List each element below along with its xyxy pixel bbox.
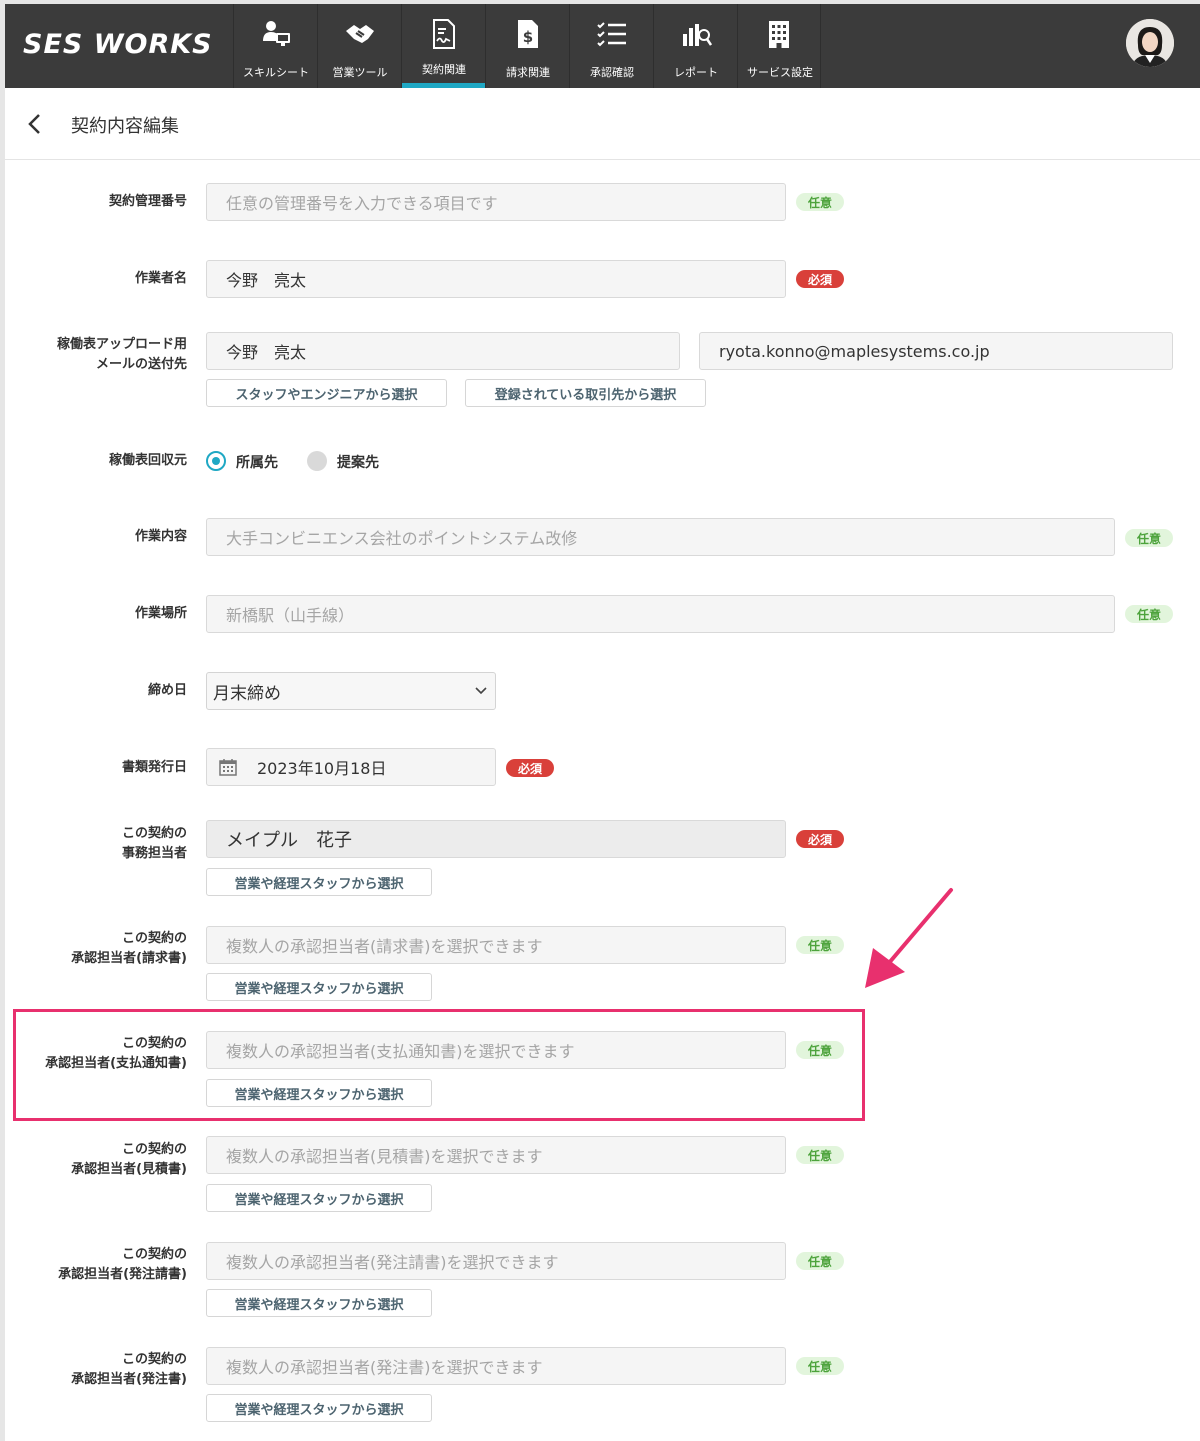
office-person-input[interactable]: メイプル 花子 <box>206 820 786 858</box>
optional-badge: 任意 <box>796 1146 844 1164</box>
timesheet-recipient-email-input[interactable]: ryota.konno@maplesystems.co.jp <box>699 332 1173 370</box>
nav-billing[interactable]: $ 請求関連 <box>485 4 569 88</box>
work-content-label: 作業内容 <box>134 529 187 544</box>
optional-badge: 任意 <box>1125 529 1173 547</box>
required-badge: 必須 <box>506 759 554 777</box>
annotation-arrow-icon <box>855 880 965 999</box>
optional-badge: 任意 <box>796 936 844 954</box>
office-person-label-1: この契約の <box>121 826 187 841</box>
approver-estimate-label-1: この契約の <box>121 1142 187 1157</box>
top-navigation-bar: SES WORKS スキルシート 営業ツール 契約関連 $ 請求関連 承認確認 … <box>5 4 1200 88</box>
page-header: 契約内容編集 <box>5 88 1200 160</box>
work-place-input[interactable]: 新橋駅（山手線） <box>206 595 1115 633</box>
nav-label: レポート <box>674 66 718 79</box>
timesheet-collection-label: 稼働表回収元 <box>108 453 187 468</box>
work-place-label: 作業場所 <box>134 606 187 621</box>
optional-badge: 任意 <box>796 193 844 211</box>
approver-invoice-input[interactable]: 複数人の承認担当者(請求書)を選択できます <box>206 926 786 964</box>
nav-skill-sheet[interactable]: スキルシート <box>233 4 317 88</box>
approver-order-label-2: 承認担当者(発注書) <box>71 1372 187 1387</box>
timesheet-recipient-name-input[interactable]: 今野 亮太 <box>206 332 680 370</box>
checklist-icon <box>596 18 628 50</box>
issue-date-label: 書類発行日 <box>121 760 187 775</box>
back-arrow-icon[interactable] <box>25 112 45 136</box>
select-from-staff-button[interactable]: スタッフやエンジニアから選択 <box>206 379 447 407</box>
nav-label: サービス設定 <box>747 66 813 79</box>
radio-proposal[interactable] <box>307 451 327 471</box>
nav-approvals[interactable]: 承認確認 <box>569 4 653 88</box>
nav-contracts[interactable]: 契約関連 <box>401 4 486 88</box>
building-icon <box>763 18 795 50</box>
optional-badge: 任意 <box>796 1252 844 1270</box>
approver-order-ack-label-2: 承認担当者(発注請書) <box>58 1267 187 1282</box>
approver-estimate-input[interactable]: 複数人の承認担当者(見積書)を選択できます <box>206 1136 786 1174</box>
timesheet-email-label-1: 稼働表アップロード用 <box>56 337 187 352</box>
closing-day-select[interactable]: 月末締め <box>206 672 496 710</box>
required-badge: 必須 <box>796 270 844 288</box>
contract-number-input[interactable]: 任意の管理番号を入力できる項目です <box>206 183 786 221</box>
handshake-icon <box>344 18 376 50</box>
issue-date-input[interactable]: 2023年10月18日 <box>206 748 496 786</box>
nav-label: スキルシート <box>243 66 309 79</box>
radio-proposal-label: 提案先 <box>337 455 379 471</box>
select-staff-button[interactable]: 営業や経理スタッフから選択 <box>206 1394 432 1422</box>
nav-service-settings[interactable]: サービス設定 <box>737 4 821 88</box>
nav-label: 営業ツール <box>332 66 388 79</box>
optional-badge: 任意 <box>1125 605 1173 623</box>
radio-affiliation-label: 所属先 <box>236 455 278 471</box>
invoice-document-icon: $ <box>512 18 544 50</box>
approver-order-label-1: この契約の <box>121 1352 187 1367</box>
user-avatar[interactable] <box>1126 19 1174 67</box>
nav-reports[interactable]: レポート <box>653 4 737 88</box>
approver-invoice-label-2: 承認担当者(請求書) <box>71 951 187 966</box>
select-from-clients-button[interactable]: 登録されている取引先から選択 <box>465 379 706 407</box>
contract-number-label: 契約管理番号 <box>108 194 187 209</box>
report-chart-icon <box>680 18 712 50</box>
work-content-input[interactable]: 大手コンビニエンス会社のポイントシステム改修 <box>206 518 1115 556</box>
nav-label: 請求関連 <box>506 66 550 79</box>
required-badge: 必須 <box>796 830 844 848</box>
select-staff-button[interactable]: 営業や経理スタッフから選択 <box>206 1184 432 1212</box>
nav-label: 契約関連 <box>422 63 466 76</box>
nav-sales-tools[interactable]: 営業ツール <box>317 4 401 88</box>
window-frame-left <box>0 0 5 1441</box>
select-staff-button[interactable]: 営業や経理スタッフから選択 <box>206 1289 432 1317</box>
approver-order-ack-label-1: この契約の <box>121 1247 187 1262</box>
chevron-down-icon <box>475 687 487 695</box>
approver-estimate-label-2: 承認担当者(見積書) <box>71 1162 187 1177</box>
svg-text:$: $ <box>522 28 532 46</box>
contract-document-icon <box>428 18 460 50</box>
approver-order-ack-input[interactable]: 複数人の承認担当者(発注請書)を選択できます <box>206 1242 786 1280</box>
closing-day-label: 締め日 <box>147 683 187 698</box>
main-nav: スキルシート 営業ツール 契約関連 $ 請求関連 承認確認 レポート サービス設… <box>233 4 821 88</box>
select-staff-button[interactable]: 営業や経理スタッフから選択 <box>206 973 432 1001</box>
person-computer-icon <box>260 18 292 50</box>
approver-order-input[interactable]: 複数人の承認担当者(発注書)を選択できます <box>206 1347 786 1385</box>
radio-affiliation[interactable] <box>206 451 226 471</box>
timesheet-email-label-2: メールの送付先 <box>95 357 187 372</box>
approver-invoice-label-1: この契約の <box>121 931 187 946</box>
nav-label: 承認確認 <box>590 66 634 79</box>
office-person-label-2: 事務担当者 <box>121 846 187 861</box>
worker-name-input[interactable]: 今野 亮太 <box>206 260 786 298</box>
worker-name-label: 作業者名 <box>134 271 187 286</box>
calendar-icon <box>219 759 237 776</box>
highlight-box <box>13 1009 865 1121</box>
page-title: 契約内容編集 <box>71 116 179 137</box>
app-logo[interactable]: SES WORKS <box>23 29 213 60</box>
optional-badge: 任意 <box>796 1357 844 1375</box>
select-staff-button[interactable]: 営業や経理スタッフから選択 <box>206 868 432 896</box>
